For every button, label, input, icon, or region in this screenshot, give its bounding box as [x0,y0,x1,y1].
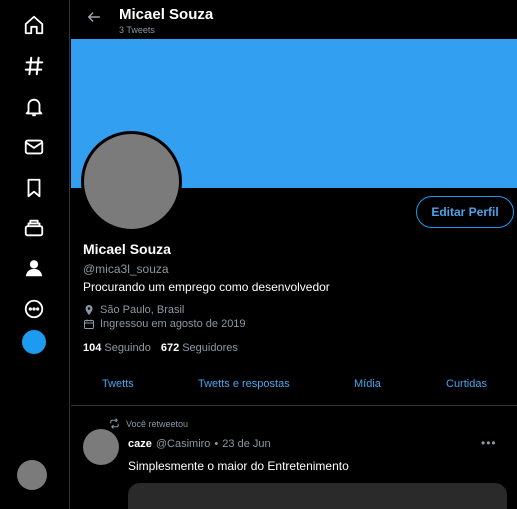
profile-header: Micael Souza 3 Tweets [71,0,517,39]
lists-icon [24,219,44,237]
nav-notifications-button[interactable] [14,91,54,123]
nav-lists-button[interactable] [14,212,54,244]
tweet-more-icon[interactable]: ••• [481,436,497,450]
home-icon [24,15,44,35]
followers-link[interactable]: 672 Seguidores [161,342,238,354]
tweet-media[interactable] [128,483,507,509]
compose-tweet-button[interactable] [22,330,46,354]
profile-bio: Procurando um emprego como desenvolvedor [83,280,330,294]
tweet-text: Simplesmente o maior do Entretenimento [128,459,349,473]
retweet-indicator: Você retweetou [109,418,188,429]
more-icon [24,299,44,319]
account-avatar[interactable] [17,460,47,490]
mail-icon [24,139,44,155]
followers-count: 672 [160,342,180,354]
nav-bookmarks-button[interactable] [14,172,54,204]
profile-main: Micael Souza 3 Tweets Editar Perfil Mica… [71,0,517,509]
header-tweet-count: 3 Tweets [119,25,155,35]
sidebar-nav [0,0,70,509]
nav-more-button[interactable] [14,293,54,325]
tab-likes[interactable]: Curtidas [446,378,487,390]
following-count: 104 [83,342,102,354]
profile-location-text: São Paulo, Brasil [100,304,185,316]
bell-icon [25,98,43,117]
retweet-icon [110,418,119,429]
tweet-author-handle[interactable]: @Casimiro [156,438,211,450]
header-name: Micael Souza [119,6,214,23]
followers-label: Seguidores [182,342,238,354]
tab-tweets-replies[interactable]: Twetts e respostas [198,378,290,390]
profile-tabs: Twetts Twetts e respostas Mídia Curtidas [71,370,517,406]
nav-explore-button[interactable] [14,50,54,82]
following-link[interactable]: 104 Seguindo [83,342,151,354]
tab-tweets[interactable]: Twetts [102,378,134,390]
edit-profile-button[interactable]: Editar Perfil [416,196,514,228]
tweet-author-name[interactable]: caze [128,438,152,450]
tab-media[interactable]: Mídia [354,378,381,390]
nav-messages-button[interactable] [14,131,54,163]
profile-name: Micael Souza [83,241,171,257]
profile-avatar[interactable] [81,131,182,232]
follow-stats: 104 Seguindo 672 Seguidores [83,342,238,354]
following-label: Seguindo [104,342,151,354]
back-button[interactable] [83,6,105,28]
calendar-icon [84,319,94,329]
tweet-author-avatar[interactable] [83,429,119,465]
bookmark-icon [27,178,41,198]
hashtag-icon [24,56,44,76]
tweet-header: caze @Casimiro • 23 de Jun [128,438,271,450]
location-pin-icon [85,305,93,315]
arrow-left-icon [87,12,101,22]
nav-home-button[interactable] [14,9,54,41]
profile-joined-text: Ingressou em agosto de 2019 [100,318,246,330]
nav-profile-button[interactable] [14,252,54,284]
tweet-separator: • [214,438,219,450]
profile-handle: @mica3l_souza [83,262,169,276]
tweet-date[interactable]: 23 de Jun [222,438,270,450]
profile-icon [25,260,43,277]
profile-joined: Ingressou em agosto de 2019 [83,318,246,330]
retweet-label: Você retweetou [126,418,189,429]
profile-location: São Paulo, Brasil [83,304,184,316]
